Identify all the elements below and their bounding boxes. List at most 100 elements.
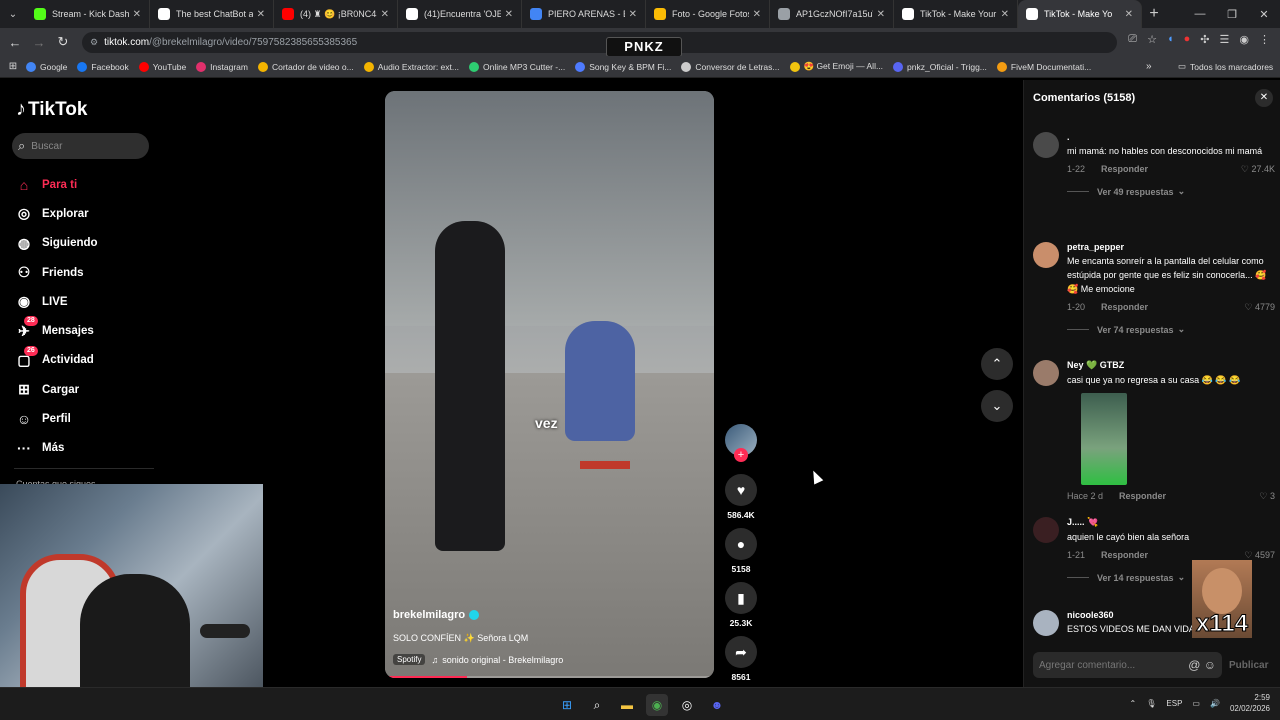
clock[interactable]: 2:59 02/02/2026 [1230,692,1270,714]
view-replies-button[interactable]: Ver 49 respuestas ⌄ [1067,186,1275,197]
comment-avatar[interactable] [1033,610,1059,636]
previous-video-button[interactable]: ⌃ [981,348,1013,380]
browser-tab[interactable]: Stream - Kick Dashbo ✕ [26,0,150,28]
publish-button[interactable]: Publicar [1229,660,1268,671]
bookmark-item[interactable]: Conversor de Letras... [681,61,780,72]
bookmark-item[interactable]: Online MP3 Cutter -... [468,61,565,72]
sidebar-item-perfil[interactable]: ☺ Perfil [14,404,98,433]
bookmark-item[interactable]: FiveM Documentati... [996,61,1091,72]
browser-tab[interactable]: PIERO ARENAS - Bus ✕ [522,0,646,28]
comment-avatar[interactable] [1033,360,1059,386]
tab-search-icon[interactable]: ⌄ [0,0,26,28]
close-window-icon[interactable]: ✕ [1248,0,1280,28]
volume-icon[interactable]: 🔊 [1210,699,1220,708]
close-tab-icon[interactable]: ✕ [257,9,265,20]
sidebar-item-para-ti[interactable]: ⌂ Para ti [14,170,98,199]
tray-expand-icon[interactable]: ⌃ [1130,699,1137,708]
close-comments-button[interactable]: ✕ [1255,89,1273,107]
close-tab-icon[interactable]: ✕ [133,9,141,20]
apps-grid-icon[interactable]: ⊞ [0,61,26,72]
comment-username[interactable]: J..... 💘 [1067,517,1275,528]
browser-menu-icon[interactable]: ⋮ [1259,33,1270,46]
sidebar-item-m-s[interactable]: ··· Más [14,434,98,463]
comment-avatar[interactable] [1033,517,1059,543]
video-description[interactable]: SOLO CONFÍEN ✨ Señora LQM [393,633,528,644]
browser-tab[interactable]: The best ChatBot and ✕ [150,0,274,28]
sidebar-item-cargar[interactable]: ⊞ Cargar [14,375,98,404]
add-comment-input[interactable]: Agregar comentario... @ ☺ [1033,652,1222,678]
bookmark-item[interactable]: Facebook [77,61,129,72]
sidebar-item-live[interactable]: ◉ LIVE [14,287,98,316]
profile-avatar-icon[interactable]: ◉ [1239,33,1249,46]
browser-tab[interactable]: (41)Encuentra 'OJERA ✕ [398,0,522,28]
site-info-icon[interactable]: ⚙ [90,37,98,48]
bookmark-item[interactable]: Song Key & BPM Fi... [575,61,671,72]
comment-username[interactable]: . [1067,132,1275,142]
next-video-button[interactable]: ⌄ [981,390,1013,422]
windows-start-icon[interactable]: ⊞ [556,694,578,716]
microphone-tray-icon[interactable]: 🎙 [1146,699,1156,708]
browser-tab[interactable]: TikTok - Make Yo ✕ [1018,0,1142,28]
more-bookmarks-icon[interactable]: » [1146,61,1152,72]
bookmark-item[interactable]: Instagram [196,61,248,72]
reply-button[interactable]: Responder [1119,491,1166,501]
reply-button[interactable]: Responder [1101,164,1148,174]
minimize-icon[interactable]: — [1184,0,1216,28]
browser-tab[interactable]: TikTok - Make Your D ✕ [894,0,1018,28]
video-player[interactable]: vez brekelmilagro SOLO CONFÍEN ✨ Señora … [385,91,714,678]
comment-like-button[interactable]: ♡ 4597 [1244,550,1275,561]
discord-icon[interactable]: ☻ [706,694,728,716]
sidebar-item-siguiendo[interactable]: ◍ Siguiendo [14,229,98,258]
bookmark-button[interactable]: ▮ [725,582,757,614]
browser-tab[interactable]: AP1GczNOfI7a15uW ✕ [770,0,894,28]
sidebar-item-mensajes[interactable]: ✈ Mensajes 28 [14,316,98,345]
spotify-badge[interactable]: Spotify [393,654,426,665]
search-input[interactable]: ⌕ Buscar [12,133,149,159]
close-tab-icon[interactable]: ✕ [629,9,637,20]
close-tab-icon[interactable]: ✕ [877,9,885,20]
taskbar-search-icon[interactable]: ⌕ [586,694,608,716]
extension-red-icon[interactable]: ● [1184,33,1191,46]
reload-icon[interactable]: ↻ [51,34,75,50]
comment-like-button[interactable]: ♡ 27.4K [1241,164,1275,175]
close-tab-icon[interactable]: ✕ [381,9,389,20]
view-replies-button[interactable]: Ver 74 respuestas ⌄ [1067,324,1275,335]
forward-icon[interactable]: → [27,35,51,50]
heart-button[interactable]: ♥ [725,474,757,506]
sidebar-item-actividad[interactable]: ▢ Actividad 26 [14,345,98,375]
all-bookmarks-button[interactable]: ▭ Todos los marcadores [1178,61,1273,72]
tiktok-logo[interactable]: ♪ TikTok [16,98,87,121]
back-icon[interactable]: ← [3,35,27,50]
obs-icon[interactable]: ◎ [676,694,698,716]
share-button[interactable]: ➦ [725,636,757,668]
close-tab-icon[interactable]: ✕ [505,9,513,20]
comment-image[interactable] [1081,393,1127,485]
video-sound[interactable]: Spotify ♫ sonido original - Brekelmilagr… [393,654,563,665]
network-icon[interactable]: ▭ [1192,699,1200,708]
close-tab-icon[interactable]: ✕ [1001,9,1009,20]
emoji-icon[interactable]: ☺ [1204,658,1216,672]
comment-username[interactable]: petra_pepper [1067,242,1275,252]
mention-icon[interactable]: @ [1188,658,1200,672]
video-author[interactable]: brekelmilagro [393,609,480,621]
comment-avatar[interactable] [1033,132,1059,158]
url-field[interactable]: ⚙ tiktok.com/@brekelmilagro/video/759758… [82,32,1117,53]
tab-groups-icon[interactable]: ☰ [1220,33,1230,46]
chrome-icon[interactable]: ◉ [646,694,668,716]
bookmark-item[interactable]: YouTube [138,61,186,72]
comment-like-button[interactable]: ♡ 3 [1259,491,1275,502]
browser-tab[interactable]: Foto - Google Fotos ✕ [646,0,770,28]
comment-username[interactable]: Ney 💚 GTBZ [1067,360,1275,371]
close-tab-icon[interactable]: ✕ [1125,9,1133,20]
bookmark-item[interactable]: Cortador de video o... [257,61,354,72]
reply-button[interactable]: Responder [1101,302,1148,312]
extension-blue-icon[interactable]: ◖ [1167,33,1174,46]
restore-icon[interactable]: ❐ [1216,0,1248,28]
cast-icon[interactable]: ⎚ [1128,33,1137,46]
extensions-puzzle-icon[interactable]: ✣ [1200,33,1209,46]
video-progress-bar[interactable] [385,676,714,678]
bookmark-item[interactable]: 😍 Get Emoji — All... [789,61,883,72]
bookmark-item[interactable]: Google [26,61,67,72]
follow-plus-icon[interactable]: + [734,448,748,462]
comment-like-button[interactable]: ♡ 4779 [1244,302,1275,313]
